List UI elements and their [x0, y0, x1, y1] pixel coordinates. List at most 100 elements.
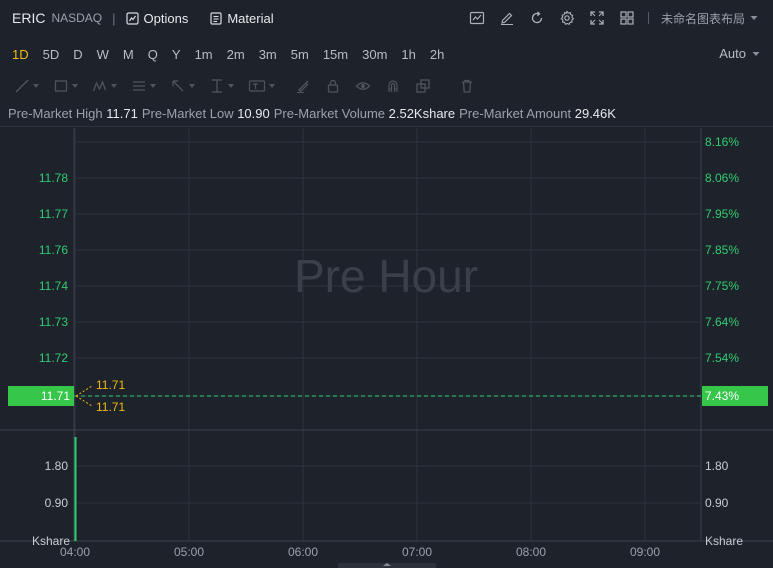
price-tick-label: 11.77 — [39, 207, 68, 221]
price-tick-label: 11.76 — [39, 243, 68, 257]
price-tick-label: 11.74 — [39, 279, 68, 293]
measure-icon — [212, 79, 222, 93]
layout-grid-icon[interactable] — [618, 9, 636, 27]
header-separator: | — [112, 10, 116, 26]
time-tick-label: 09:00 — [630, 545, 660, 559]
refresh-icon[interactable] — [528, 9, 546, 27]
trendline-icon — [15, 79, 29, 93]
clone-icon — [416, 79, 430, 93]
fibonacci-tool[interactable] — [131, 78, 156, 94]
price-tick-label: 11.73 — [39, 315, 68, 329]
settings-gear-icon[interactable] — [558, 9, 576, 27]
stat-label: Pre-Market Volume — [273, 106, 389, 121]
scale-mode-selector[interactable]: Auto — [719, 46, 761, 61]
options-button[interactable]: Options — [125, 10, 189, 26]
layout-divider — [647, 12, 649, 24]
chevron-down-icon — [752, 51, 760, 56]
fullscreen-icon[interactable] — [588, 9, 606, 27]
options-icon — [125, 11, 139, 25]
trash-icon — [462, 79, 472, 93]
percent-tick-label: 7.85% — [705, 243, 739, 257]
time-tick-label: 08:00 — [516, 545, 546, 559]
lock-tool[interactable] — [325, 78, 341, 94]
watermark: Pre Hour — [294, 250, 478, 302]
percent-tick-label: 7.54% — [705, 351, 739, 365]
pattern-icon — [92, 80, 107, 92]
price-tick-label: 11.72 — [39, 351, 68, 365]
timeframe-2m[interactable]: 2m — [227, 47, 245, 62]
time-tick-label: 06:00 — [288, 545, 318, 559]
timeframe-q[interactable]: Q — [148, 47, 158, 62]
timeframe-5m[interactable]: 5m — [291, 47, 309, 62]
volume-tick-label-left: 1.80 — [45, 459, 69, 473]
timeframe-1d[interactable]: 1D — [12, 47, 29, 62]
price-tick-label: 11.78 — [39, 171, 68, 185]
percent-tick-label: 7.64% — [705, 315, 739, 329]
chart-type-icon[interactable] — [468, 9, 486, 27]
timeframe-5d[interactable]: 5D — [43, 47, 60, 62]
material-button[interactable]: Material — [210, 11, 274, 26]
timeframe-30m[interactable]: 30m — [362, 47, 387, 62]
top-bar: ERIC NASDAQ | Options Material 未命名图表布局 — [0, 0, 773, 36]
exchange: NASDAQ — [51, 11, 103, 25]
premarket-stats: Pre-Market High 11.71 Pre-Market Low 10.9… — [8, 106, 620, 121]
price-chart[interactable]: Pre Hour 11.78 11.77 11.76 11.74 11.73 11.72 8.… — [0, 128, 773, 568]
percent-tick-label: 8.06% — [705, 171, 739, 185]
rectangle-icon — [54, 80, 68, 92]
measure-tool[interactable] — [209, 78, 234, 94]
layout-name: 未命名图表布局 — [660, 11, 745, 26]
trendline-tool[interactable] — [14, 78, 39, 94]
chart-top-border — [0, 126, 773, 127]
stat-value: 11.71 — [106, 106, 138, 121]
brush-tool[interactable] — [295, 78, 311, 94]
lock-icon — [327, 79, 339, 93]
options-label: Options — [143, 10, 189, 26]
arrow-icon — [172, 80, 184, 92]
stat-label: Pre-Market High — [8, 106, 107, 121]
material-icon — [210, 11, 222, 25]
current-price-label: 11.71 — [41, 389, 70, 403]
drawing-toolbar — [0, 72, 773, 100]
magnet-tool[interactable] — [385, 78, 401, 94]
time-tick-label: 07:00 — [402, 545, 432, 559]
rectangle-tool[interactable] — [53, 78, 78, 94]
symbol[interactable]: ERIC — [12, 10, 45, 26]
time-tick-label: 05:00 — [174, 545, 204, 559]
timeframe-3m[interactable]: 3m — [259, 47, 277, 62]
arrow-tool[interactable] — [170, 78, 195, 94]
timeframe-15m[interactable]: 15m — [323, 47, 348, 62]
timeframe-1m[interactable]: 1m — [195, 47, 213, 62]
stat-label: Pre-Market Low — [141, 106, 238, 121]
visibility-tool[interactable] — [355, 78, 371, 94]
high-annotation: 11.71 — [96, 378, 125, 392]
pattern-tool[interactable] — [92, 78, 117, 94]
volume-unit-right: Kshare — [705, 534, 743, 548]
delete-tool[interactable] — [459, 78, 475, 94]
clone-tool[interactable] — [415, 78, 431, 94]
timeframe-bar: 1D 5D D W M Q Y 1m 2m 3m 5m 15m 30m 1h 2h — [0, 40, 773, 68]
text-tool[interactable] — [248, 78, 275, 94]
low-annotation: 11.71 — [96, 400, 125, 414]
chevron-down-icon — [750, 16, 758, 20]
drawing-pen-icon[interactable] — [498, 9, 516, 27]
volume-tick-label-right: 1.80 — [705, 459, 729, 473]
timeframe-1h[interactable]: 1h — [401, 47, 415, 62]
eye-icon — [355, 82, 371, 90]
stat-value: 29.46K — [574, 106, 616, 121]
percent-tick-label: 8.16% — [705, 135, 739, 149]
timeframe-w[interactable]: W — [97, 47, 109, 62]
scale-mode-label: Auto — [719, 46, 746, 61]
stat-label: Pre-Market Amount — [459, 106, 575, 121]
timeframe-y[interactable]: Y — [172, 47, 181, 62]
layout-selector[interactable]: 未命名图表布局 — [661, 10, 759, 27]
timeframe-m[interactable]: M — [123, 47, 134, 62]
fibonacci-icon — [133, 81, 145, 91]
percent-tick-label: 7.95% — [705, 207, 739, 221]
volume-tick-label-right: 0.90 — [705, 496, 729, 510]
timeframe-d[interactable]: D — [73, 47, 82, 62]
time-tick-label: 04:00 — [60, 545, 90, 559]
timeframe-2h[interactable]: 2h — [430, 47, 444, 62]
volume-tick-label-left: 0.90 — [45, 496, 69, 510]
percent-tick-label: 7.75% — [705, 279, 739, 293]
magnet-icon — [388, 80, 398, 92]
